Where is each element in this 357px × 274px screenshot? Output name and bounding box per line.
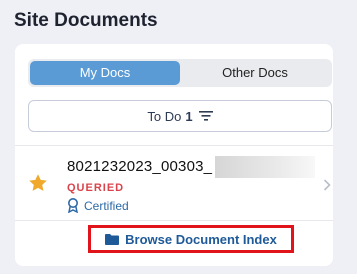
todo-count: 1 [185,108,193,124]
certificate-ribbon-icon [68,198,78,213]
status-badge: QUERIED [67,182,125,194]
documents-card: My Docs Other Docs To Do 1 8021232023_00… [15,44,333,266]
document-name: 8021232023_00303_ [67,158,213,175]
page-title: Site Documents [14,10,158,31]
star-icon[interactable] [27,172,49,199]
tab-other-docs[interactable]: Other Docs [180,61,330,85]
tab-my-docs[interactable]: My Docs [30,61,180,85]
docs-segmented-control: My Docs Other Docs [28,59,332,87]
document-list-item[interactable]: 8021232023_00303_ QUERIED Certified [15,148,333,218]
divider [15,220,333,221]
filter-lines-icon [198,111,213,121]
todo-label: To Do [147,108,182,124]
browse-label: Browse Document Index [125,231,277,247]
browse-document-index-link[interactable]: Browse Document Index [88,225,294,253]
certification-label: Certified [84,198,129,213]
certification-status: Certified [67,198,129,213]
folder-icon [105,234,120,245]
redacted-region [215,156,315,178]
chevron-right-icon [323,178,331,196]
todo-filter-button[interactable]: To Do 1 [28,100,332,132]
divider [15,145,333,146]
